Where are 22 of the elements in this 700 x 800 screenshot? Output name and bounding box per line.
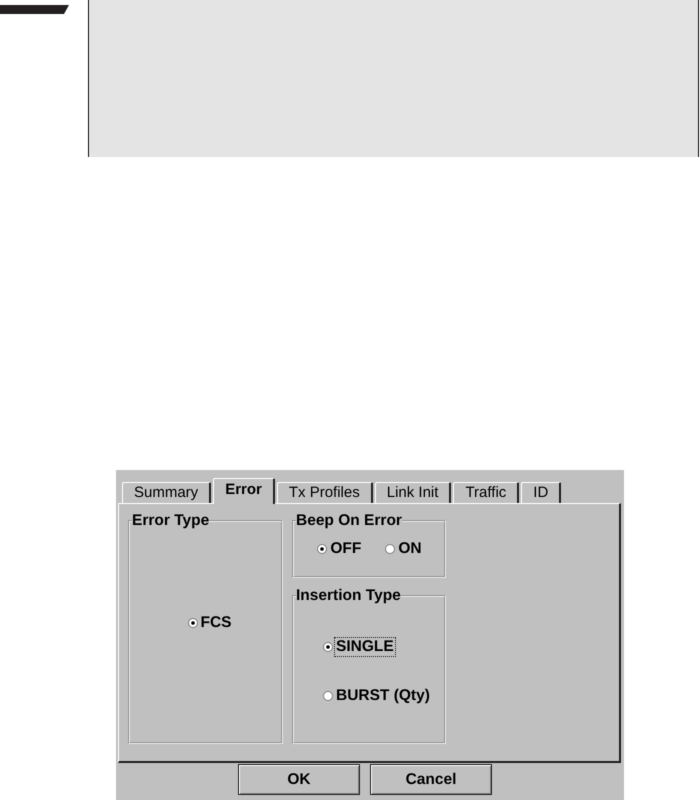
radio-button[interactable] bbox=[385, 544, 396, 554]
radio-button[interactable] bbox=[188, 618, 198, 628]
option-label[interactable]: BURST (Qty) bbox=[334, 686, 432, 706]
dialog-button[interactable]: OK bbox=[238, 764, 360, 795]
option-label[interactable]: ON bbox=[396, 539, 424, 559]
option-label[interactable]: SINGLE bbox=[334, 637, 396, 657]
group-title: Error Type bbox=[132, 512, 210, 530]
dialog-button[interactable]: Cancel bbox=[370, 764, 492, 795]
group-title: Insertion Type bbox=[296, 587, 401, 605]
tab[interactable]: Error bbox=[213, 478, 275, 504]
option-label[interactable]: OFF bbox=[328, 539, 364, 559]
option-label[interactable]: FCS bbox=[198, 613, 234, 633]
tab[interactable]: Tx Profiles bbox=[276, 482, 373, 503]
radio-button[interactable] bbox=[317, 544, 328, 554]
tab[interactable]: ID bbox=[521, 482, 562, 503]
tab[interactable]: Traffic bbox=[453, 482, 520, 503]
tab[interactable]: Link Init bbox=[374, 482, 452, 503]
radio-button[interactable] bbox=[323, 691, 333, 701]
section-marker-bar bbox=[0, 5, 69, 14]
group-title: Beep On Error bbox=[296, 512, 402, 530]
radio-button[interactable] bbox=[323, 642, 333, 652]
tab[interactable]: Summary bbox=[122, 482, 212, 503]
